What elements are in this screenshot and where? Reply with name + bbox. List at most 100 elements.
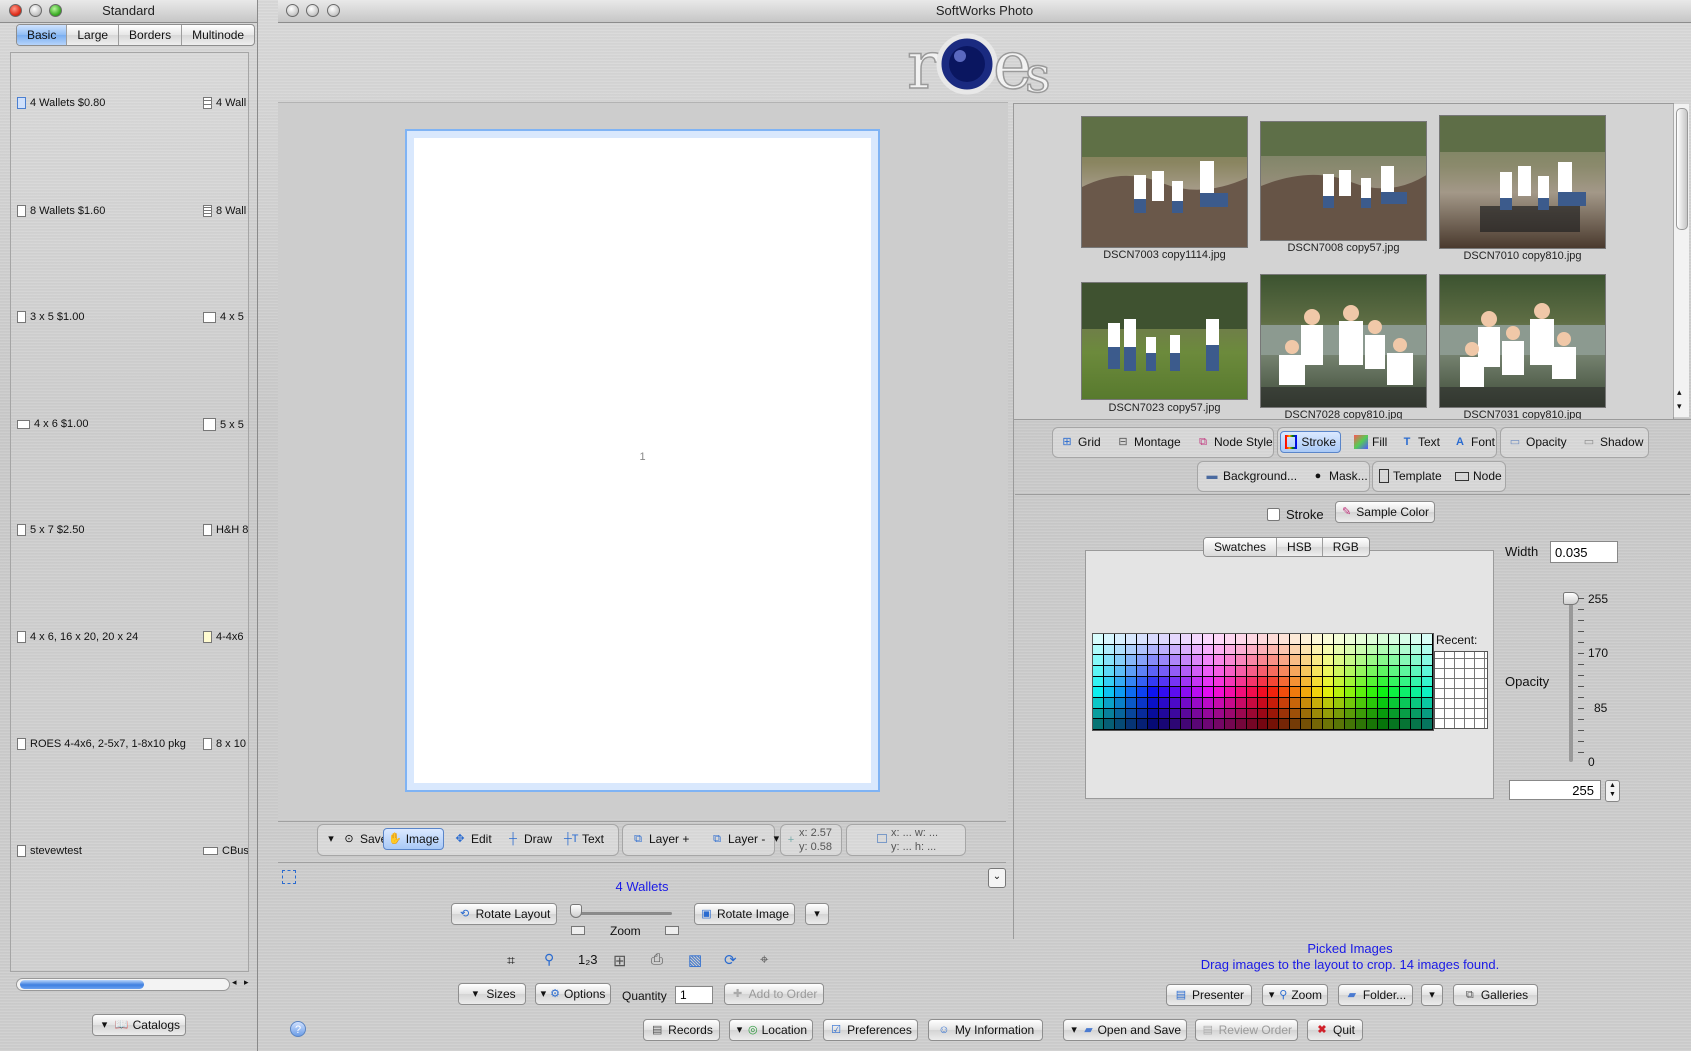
scroll-down-arrow-icon[interactable]: ▾ [1677, 401, 1682, 412]
color-swatch[interactable] [1158, 634, 1169, 644]
color-swatch[interactable] [1356, 676, 1367, 687]
color-swatch[interactable] [1169, 634, 1180, 644]
color-swatch[interactable] [1400, 676, 1411, 687]
close-icon[interactable] [9, 4, 22, 17]
color-swatch[interactable] [1103, 719, 1114, 729]
color-swatch[interactable] [1312, 655, 1323, 665]
add-to-order-button[interactable]: ✚ Add to Order [724, 983, 824, 1005]
color-swatch[interactable] [1191, 666, 1202, 676]
color-swatch[interactable] [1301, 655, 1312, 665]
color-swatch[interactable] [1334, 698, 1345, 708]
color-swatch[interactable] [1213, 687, 1224, 697]
color-swatch[interactable] [1191, 708, 1202, 719]
color-swatch[interactable] [1411, 708, 1422, 719]
color-swatch[interactable] [1323, 666, 1334, 676]
color-swatch[interactable] [1103, 687, 1114, 697]
rotate-image-button[interactable]: ▣ Rotate Image [694, 903, 795, 925]
node-style-tab[interactable]: ⧉ Node Style [1192, 431, 1277, 453]
color-swatch[interactable] [1235, 687, 1246, 697]
color-swatch[interactable] [1334, 655, 1345, 665]
swatch-grid[interactable] [1092, 633, 1434, 731]
color-swatch[interactable] [1224, 666, 1235, 676]
color-swatch[interactable] [1093, 644, 1103, 655]
color-swatch[interactable] [1367, 644, 1378, 655]
list-item[interactable]: 4 x 5 [203, 311, 244, 323]
color-swatch[interactable] [1191, 676, 1202, 687]
color-swatch[interactable] [1279, 655, 1290, 665]
color-swatch[interactable] [1147, 634, 1158, 644]
color-swatch[interactable] [1202, 708, 1213, 719]
color-swatch[interactable] [1411, 666, 1422, 676]
color-swatch[interactable] [1246, 719, 1257, 729]
color-swatch[interactable] [1136, 698, 1147, 708]
collapse-panel-button[interactable]: ⌄ [988, 868, 1006, 888]
color-swatch[interactable] [1191, 698, 1202, 708]
color-swatch[interactable] [1312, 719, 1323, 729]
color-swatch[interactable] [1356, 719, 1367, 729]
tab-rgb[interactable]: RGB [1323, 538, 1369, 556]
zoom-slider[interactable] [572, 912, 672, 915]
color-swatch[interactable] [1103, 698, 1114, 708]
color-swatch[interactable] [1268, 666, 1279, 676]
color-swatch[interactable] [1114, 687, 1125, 697]
preferences-button[interactable]: ☑ Preferences [823, 1019, 918, 1041]
color-swatch[interactable] [1290, 698, 1301, 708]
color-swatch[interactable] [1323, 687, 1334, 697]
color-swatch[interactable] [1356, 698, 1367, 708]
color-swatch[interactable] [1301, 719, 1312, 729]
color-swatch[interactable] [1268, 634, 1279, 644]
color-swatch[interactable] [1136, 719, 1147, 729]
color-swatch[interactable] [1411, 719, 1422, 729]
color-swatch[interactable] [1213, 666, 1224, 676]
color-swatch[interactable] [1213, 634, 1224, 644]
color-swatch[interactable] [1246, 644, 1257, 655]
color-swatch[interactable] [1279, 708, 1290, 719]
color-swatch[interactable] [1290, 644, 1301, 655]
color-swatch[interactable] [1400, 655, 1411, 665]
gallery-thumbnail[interactable] [1439, 115, 1606, 249]
color-swatch[interactable] [1224, 687, 1235, 697]
color-swatch[interactable] [1312, 666, 1323, 676]
color-swatch[interactable] [1114, 698, 1125, 708]
template-tab[interactable]: Template [1375, 465, 1446, 487]
color-swatch[interactable] [1125, 676, 1136, 687]
color-swatch[interactable] [1356, 655, 1367, 665]
color-swatch[interactable] [1422, 666, 1432, 676]
color-swatch[interactable] [1345, 634, 1356, 644]
color-swatch[interactable] [1279, 666, 1290, 676]
color-swatch[interactable] [1400, 698, 1411, 708]
fit-icon[interactable]: ⌗ [507, 952, 515, 969]
color-swatch[interactable] [1147, 687, 1158, 697]
color-swatch[interactable] [1202, 687, 1213, 697]
color-swatch[interactable] [1378, 666, 1389, 676]
list-item[interactable]: ROES 4-4x6, 2-5x7, 1-8x10 pkg [17, 738, 186, 750]
zoom-out-icon[interactable] [571, 926, 585, 935]
color-swatch[interactable] [1235, 644, 1246, 655]
color-swatch[interactable] [1257, 708, 1268, 719]
zoom-in-icon[interactable] [665, 926, 679, 935]
tab-large[interactable]: Large [67, 25, 120, 45]
color-swatch[interactable] [1323, 708, 1334, 719]
numbering-icon[interactable]: 1₂3 [578, 952, 598, 967]
color-swatch[interactable] [1334, 644, 1345, 655]
color-swatch[interactable] [1279, 644, 1290, 655]
text-tool[interactable]: ┼T Text [560, 828, 608, 850]
color-swatch[interactable] [1180, 644, 1191, 655]
color-swatch[interactable] [1268, 687, 1279, 697]
color-swatch[interactable] [1180, 634, 1191, 644]
color-swatch[interactable] [1268, 676, 1279, 687]
color-swatch[interactable] [1136, 676, 1147, 687]
color-swatch[interactable] [1125, 719, 1136, 729]
color-swatch[interactable] [1367, 666, 1378, 676]
color-swatch[interactable] [1191, 634, 1202, 644]
records-button[interactable]: ▤ Records [643, 1019, 720, 1041]
scrollbar-thumb[interactable] [20, 980, 144, 989]
list-item[interactable]: H&H 8 [203, 524, 248, 536]
color-swatch[interactable] [1213, 644, 1224, 655]
color-swatch[interactable] [1345, 698, 1356, 708]
tab-borders[interactable]: Borders [119, 25, 183, 45]
color-swatch[interactable] [1356, 644, 1367, 655]
lock-icon[interactable]: ⚲ [544, 951, 554, 968]
grid-tab[interactable]: ⊞ Grid [1056, 431, 1105, 453]
color-swatch[interactable] [1345, 708, 1356, 719]
